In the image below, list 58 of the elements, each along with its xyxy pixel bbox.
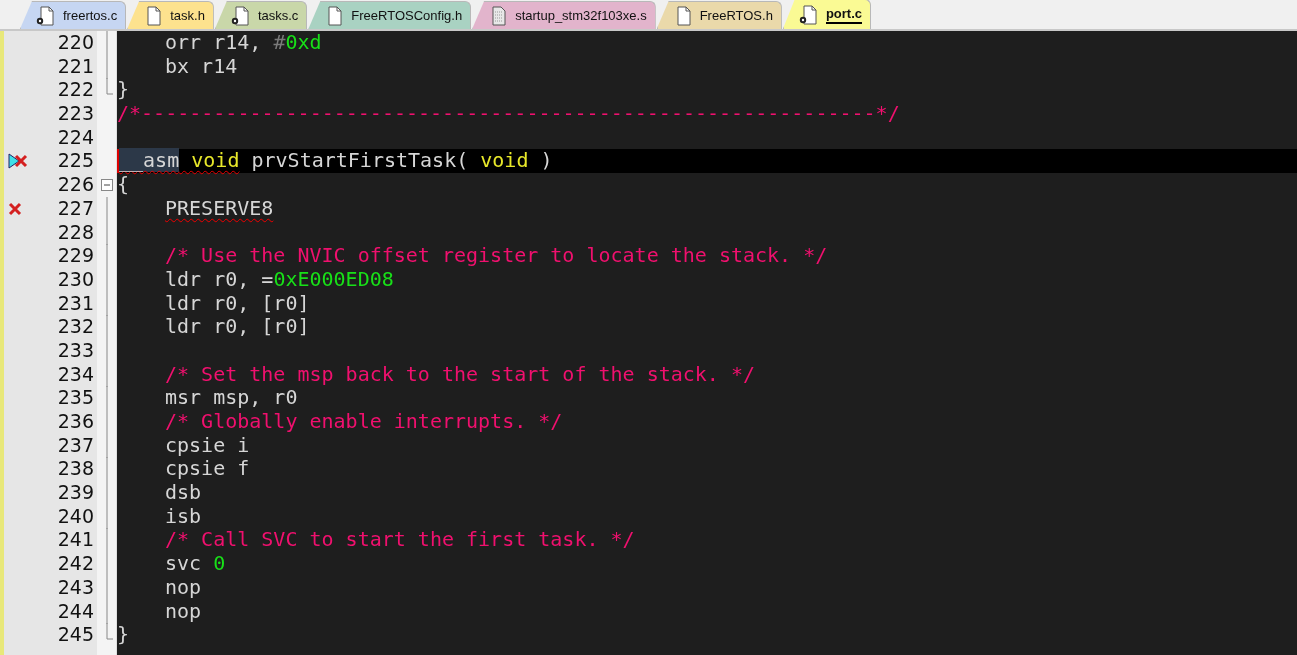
line-number: 236	[56, 410, 95, 434]
file-tab[interactable]: freertos.c	[20, 1, 127, 29]
code-line: isb	[165, 503, 202, 528]
line-number: 244	[56, 599, 95, 624]
code-line: bx r14	[165, 53, 238, 78]
code-line: svc 0	[165, 551, 226, 576]
code-line: ldr r0, [r0]	[165, 290, 310, 315]
line-number: 233	[56, 338, 95, 363]
line-number: 235	[56, 386, 95, 410]
line-number: 224	[56, 125, 95, 150]
code-line: }	[117, 622, 130, 647]
code-line: msr msp, r0	[165, 385, 298, 410]
file-tab[interactable]: startup_stm32f103xe.s	[472, 1, 656, 29]
code-line: orr r14, #0xd	[165, 31, 322, 54]
line-number: 237	[56, 433, 95, 458]
code-line: dsb	[165, 480, 202, 505]
code-editor[interactable]	[0, 31, 1297, 655]
file-tab[interactable]: FreeRTOSConfig.h	[308, 1, 472, 29]
code-line: ldr r0, =0xE000ED08	[165, 266, 394, 291]
line-number: 220	[56, 31, 95, 55]
file-tab[interactable]: tasks.c	[214, 1, 308, 29]
code-line: }	[117, 77, 130, 102]
line-number: 241	[56, 528, 95, 553]
line-number: 225	[56, 149, 95, 174]
code-comment: /* Globally enable interrupts. */	[165, 409, 563, 433]
line-number: 243	[56, 575, 95, 600]
code-line: cpsie i	[165, 432, 250, 457]
line-number: 227	[56, 196, 95, 221]
line-number: 228	[56, 220, 95, 245]
code-line: cpsie f	[165, 456, 250, 481]
file-tab[interactable]: FreeRTOS.h	[656, 1, 782, 29]
code-line: ldr r0, [r0]	[165, 314, 310, 339]
code-line: PRESERVE8	[165, 195, 274, 220]
code-comment: /* Set the msp back to the start of the stack. */	[165, 361, 755, 386]
line-number: 239	[56, 481, 95, 505]
line-number: 232	[56, 315, 95, 339]
line-number: 238	[56, 457, 95, 482]
line-number: 230	[56, 267, 95, 292]
code-line: nop	[165, 598, 202, 623]
collapse-icon[interactable]	[101, 179, 113, 192]
line-number: 221	[56, 54, 95, 79]
code-comment: /* Call SVC to start the first task. */	[165, 527, 635, 552]
line-number: 234	[56, 362, 95, 387]
line-number: 242	[56, 552, 95, 576]
code-comment: /* Use the NVIC offset register to locate the stack. */	[165, 243, 828, 268]
line-number: 231	[56, 291, 95, 316]
line-number: 226	[56, 173, 95, 197]
line-number: 222	[56, 78, 95, 103]
line-number: 240	[56, 504, 95, 529]
code-line: nop	[165, 574, 202, 599]
code-line: {	[117, 172, 130, 197]
line-number: 223	[56, 102, 95, 126]
line-number: 245	[56, 623, 95, 647]
line-number: 229	[56, 244, 95, 268]
file-tab[interactable]: port.c	[782, 0, 871, 29]
code-comment: /*-------------------------------------------------------------*/	[117, 101, 900, 126]
code-line: __asm void prvStartFirstTask( void )	[119, 148, 553, 173]
file-tab[interactable]: task.h	[127, 1, 214, 29]
